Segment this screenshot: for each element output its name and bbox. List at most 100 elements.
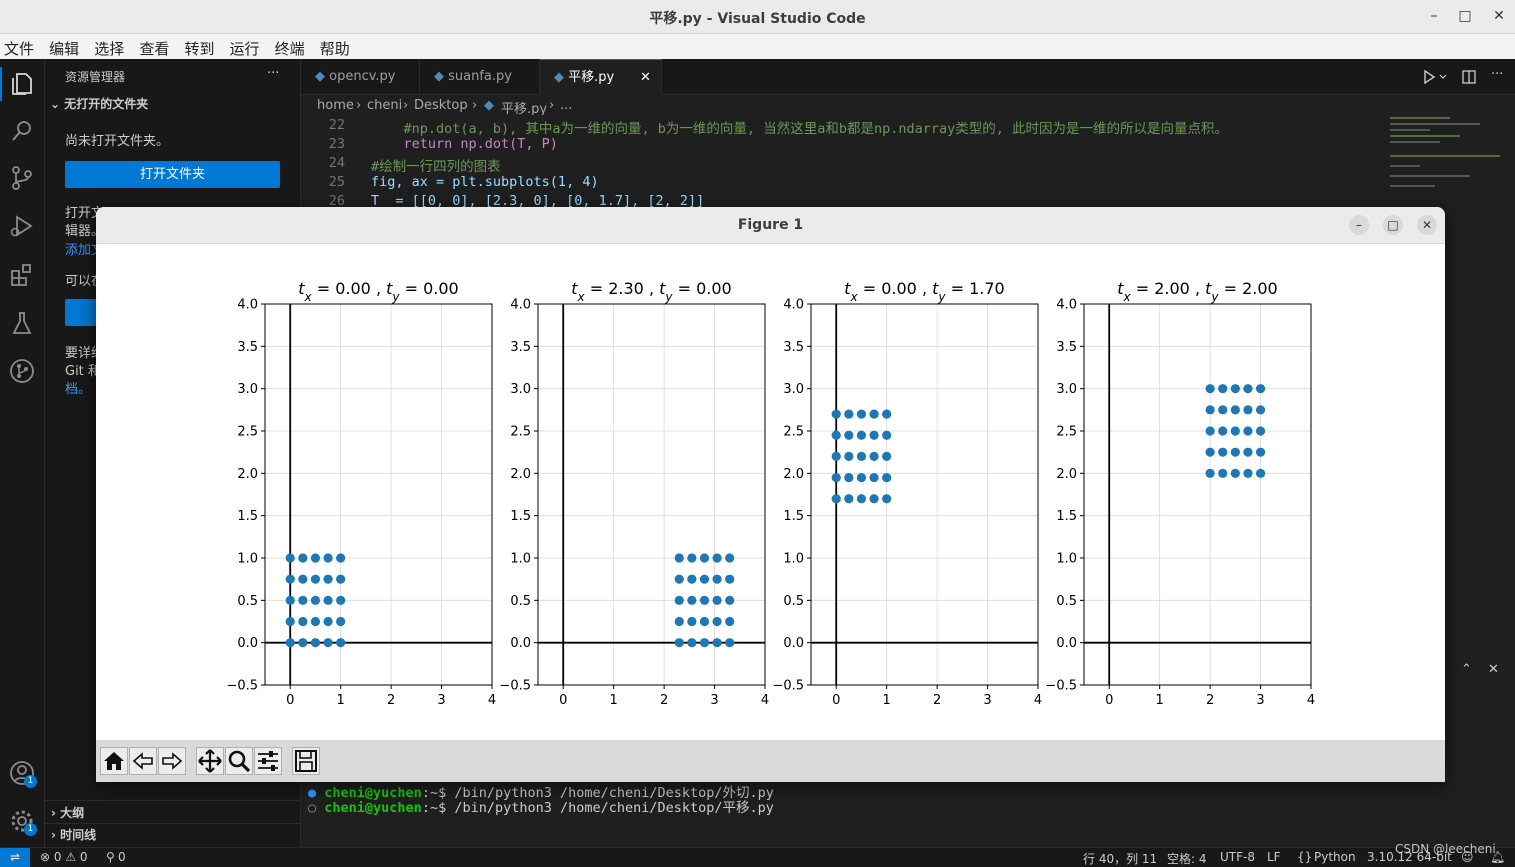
data-point [310, 574, 321, 584]
testing-icon[interactable] [8, 309, 36, 337]
x-tick-label: 0 [286, 693, 294, 708]
x-tick-label: 4 [1307, 693, 1315, 708]
remote-icon[interactable]: ⇌ [0, 848, 30, 867]
pan-icon[interactable] [196, 747, 224, 775]
maximize-button[interactable]: □ [1454, 6, 1476, 26]
ports-count[interactable]: 0 [118, 850, 126, 864]
run-debug-icon[interactable] [8, 212, 36, 240]
git-graph-icon[interactable] [8, 357, 36, 385]
menu-file[interactable]: 文件 [0, 34, 38, 59]
breadcrumb-sep-icon: › [356, 98, 362, 113]
problems-status[interactable]: ⊗ 0 ⚠ 0 [40, 850, 88, 864]
code-line: #np.dot(a, b), 其中a为一维的向量, b为一维的向量, 当然这里a… [371, 121, 1228, 137]
split-editor-icon[interactable] [1461, 69, 1477, 85]
forward-icon[interactable] [158, 747, 186, 775]
menu-edit[interactable]: 编辑 [45, 34, 83, 59]
no-folder-section[interactable]: ⌄ 无打开的文件夹 [50, 95, 148, 112]
data-point [712, 638, 722, 648]
menu-go[interactable]: 转到 [180, 34, 218, 59]
terminal-line: ○ cheni@yuchen:~$ /bin/python3 /home/che… [308, 796, 774, 816]
y-tick-label: 0.5 [1056, 594, 1077, 609]
language-mode[interactable]: Python [1314, 850, 1356, 864]
y-tick-label: 2.0 [1056, 467, 1077, 482]
section-title: 无打开的文件夹 [64, 97, 149, 111]
cursor-position[interactable]: 行 40，列 11 [1083, 850, 1157, 867]
x-tick-label: 3 [1256, 693, 1264, 708]
breadcrumb-cheni[interactable]: cheni [367, 98, 402, 113]
menu-help[interactable]: 帮助 [316, 34, 354, 59]
editor-more-icon[interactable]: ··· [1491, 67, 1503, 82]
minimize-button[interactable]: – [1423, 6, 1445, 26]
search-icon[interactable] [8, 117, 36, 145]
end-of-line[interactable]: LF [1267, 850, 1281, 864]
zoom-icon[interactable] [225, 747, 253, 775]
data-point [336, 638, 346, 648]
ports-icon[interactable]: ⚲ [106, 850, 115, 864]
data-point [712, 574, 722, 584]
more-actions-icon[interactable]: ··· [267, 66, 279, 81]
feedback-icon[interactable]: ☺ [1461, 850, 1474, 864]
configure-icon[interactable] [254, 747, 282, 775]
outline-section[interactable]: › 大纲 [51, 804, 84, 821]
panel-controls: ⌃ ✕ [1445, 660, 1515, 680]
breadcrumb-symbol[interactable]: ... [560, 98, 572, 113]
menu-view[interactable]: 查看 [135, 34, 173, 59]
y-tick-label: 0.0 [237, 636, 258, 651]
run-python-icon[interactable] [1421, 69, 1449, 85]
breadcrumb-home[interactable]: home [317, 98, 354, 113]
data-point [310, 616, 321, 627]
code-editor[interactable]: 22 #np.dot(a, b), 其中a为一维的向量, b为一维的向量, 当然… [301, 115, 1381, 209]
figure-minimize-button[interactable]: – [1349, 215, 1369, 235]
tab-suanfa[interactable]: ◆ suanfa.py [420, 59, 540, 94]
terminal-panel[interactable]: ● cheni@yuchen:~$ /bin/python3 /home/che… [301, 781, 1515, 826]
encoding[interactable]: UTF-8 [1220, 850, 1255, 864]
docs-link[interactable]: 档。 [65, 378, 91, 397]
close-button[interactable]: ✕ [1488, 6, 1510, 26]
window-title: 平移.py - Visual Studio Code [649, 11, 866, 27]
data-point [1255, 405, 1266, 415]
divider [45, 823, 300, 824]
tab-opencv[interactable]: ◆ opencv.py [301, 59, 420, 94]
data-point [844, 430, 854, 440]
home-icon[interactable] [100, 747, 128, 775]
save-icon[interactable] [292, 747, 320, 775]
y-tick-label: 2.5 [237, 425, 258, 440]
indentation[interactable]: 空格: 4 [1167, 850, 1207, 867]
extensions-icon[interactable] [8, 261, 36, 289]
breadcrumb-sep-icon: › [472, 98, 478, 113]
data-point [844, 494, 854, 504]
tab-pingyi[interactable]: ◆ 平移.py ✕ [540, 59, 662, 95]
data-point [699, 595, 710, 605]
menu-run[interactable]: 运行 [226, 34, 264, 59]
menu-terminal[interactable]: 终端 [271, 34, 309, 59]
data-point [725, 595, 735, 605]
timeline-section[interactable]: › 时间线 [51, 826, 96, 843]
data-point [856, 472, 867, 483]
tab-close-icon[interactable]: ✕ [640, 60, 651, 95]
back-icon[interactable] [129, 747, 157, 775]
data-point [1230, 426, 1240, 436]
data-point [674, 638, 684, 648]
data-point [323, 616, 333, 627]
axes-frame [1083, 303, 1312, 686]
watermark: CSDN @leecheni [1395, 842, 1496, 856]
menu-selection[interactable]: 选择 [90, 34, 128, 59]
close-panel-icon[interactable]: ✕ [1488, 662, 1499, 677]
source-control-icon[interactable] [8, 164, 36, 192]
data-point [869, 430, 879, 440]
axes-frame [537, 303, 766, 686]
breadcrumb-sep-icon: › [403, 98, 409, 113]
open-folder-button[interactable]: 打开文件夹 [65, 161, 280, 188]
notifications-icon[interactable]: 🔔︎ [1490, 850, 1505, 864]
minimap[interactable] [1385, 115, 1505, 205]
y-tick-label: 0.0 [1056, 636, 1077, 651]
maximize-panel-icon[interactable]: ⌃ [1461, 662, 1472, 677]
explorer-icon[interactable] [8, 69, 36, 97]
breadcrumb-desktop[interactable]: Desktop [414, 98, 468, 113]
data-point [298, 638, 308, 648]
figure-maximize-button[interactable]: □ [1383, 215, 1403, 235]
plot-canvas[interactable]: 0 1 2 3 4 −0.5 0.0 0.5 1.0 1.5 2.0 2.5 3.0 3.5 4.0 tx =… [96, 244, 1445, 740]
subplot-3: 0 1 2 3 4 −0.5 0.0 0.5 1.0 1.5 2.0 2.5 3.0 3.5 4.0 tx =… [772, 279, 1042, 708]
figure-close-button[interactable]: ✕ [1417, 215, 1437, 235]
y-tick-label: 2.0 [510, 467, 531, 482]
